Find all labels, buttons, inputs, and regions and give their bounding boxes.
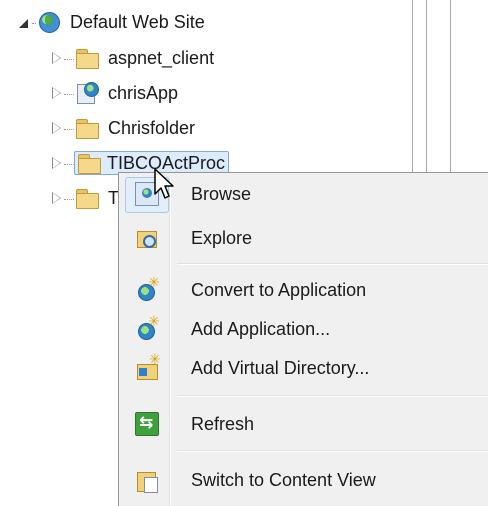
folder-icon: [75, 47, 99, 69]
tree-connector: [64, 163, 74, 165]
tree-node-chrisfolder[interactable]: Chrisfolder: [50, 114, 198, 142]
menu-item-label: Switch to Content View: [191, 469, 376, 490]
collapse-arrow-icon[interactable]: [50, 86, 64, 100]
menu-item-label: Convert to Application: [191, 279, 367, 300]
menu-item-refresh[interactable]: Refresh: [121, 405, 488, 443]
folder-icon: [75, 187, 99, 209]
tree-connector: [64, 128, 74, 130]
menu-item-label: Explore: [191, 227, 253, 248]
tree-node-chrisapp[interactable]: chrisApp: [50, 79, 181, 107]
panel-divider: [450, 0, 451, 172]
folder-icon: [75, 117, 99, 139]
menu-item-label: Add Virtual Directory...: [191, 357, 370, 378]
menu-item-add-application[interactable]: Add Application...: [121, 310, 488, 348]
menu-item-switch-to-content-view[interactable]: Switch to Content View: [121, 461, 488, 499]
menu-separator: [177, 263, 488, 265]
mouse-cursor-icon: [154, 168, 174, 199]
menu-separator: [177, 395, 488, 397]
menu-item-explore[interactable]: Explore: [121, 219, 488, 257]
menu-item-label: Browse: [191, 183, 252, 204]
menu-item-add-virtual-directory[interactable]: Add Virtual Directory...: [121, 349, 488, 387]
tree-node-label: Chrisfolder: [108, 117, 196, 138]
expand-arrow-icon[interactable]: [18, 15, 32, 29]
refresh-icon: [135, 412, 159, 436]
tree-connector: [64, 198, 74, 200]
collapse-arrow-icon[interactable]: [50, 51, 64, 65]
context-menu: Browse Explore Convert to Application Ad…: [118, 172, 488, 506]
menu-item-label: Add Application...: [191, 318, 331, 339]
panel-divider: [426, 0, 427, 172]
tree-node-label: aspnet_client: [108, 47, 215, 68]
collapse-arrow-icon[interactable]: [50, 121, 64, 135]
folder-icon: [77, 152, 101, 174]
menu-item-label: Refresh: [191, 413, 255, 434]
tree-node-label: chrisApp: [108, 82, 179, 103]
menu-separator: [177, 450, 488, 452]
tree-node-aspnet-client[interactable]: aspnet_client: [50, 44, 217, 72]
tree-node-label: Default Web Site: [70, 11, 205, 32]
application-icon: [75, 82, 99, 104]
add-application-icon: [135, 313, 160, 341]
explore-icon: [135, 226, 159, 250]
content-view-icon: [135, 468, 159, 493]
collapse-arrow-icon[interactable]: [50, 191, 64, 205]
collapse-arrow-icon[interactable]: [50, 156, 64, 170]
tree-connector: [64, 58, 74, 60]
globe-icon: [37, 11, 61, 33]
convert-application-icon: [135, 274, 160, 302]
tree-node-default-web-site[interactable]: Default Web Site: [18, 8, 208, 36]
tree-connector: [64, 93, 74, 95]
add-virtual-directory-icon: [135, 351, 161, 380]
panel-divider: [412, 0, 413, 172]
tree-connector: [32, 22, 36, 24]
menu-item-convert-to-application[interactable]: Convert to Application: [121, 271, 488, 309]
tree-node-t[interactable]: T: [50, 184, 122, 212]
arrow-icon: [139, 368, 147, 376]
